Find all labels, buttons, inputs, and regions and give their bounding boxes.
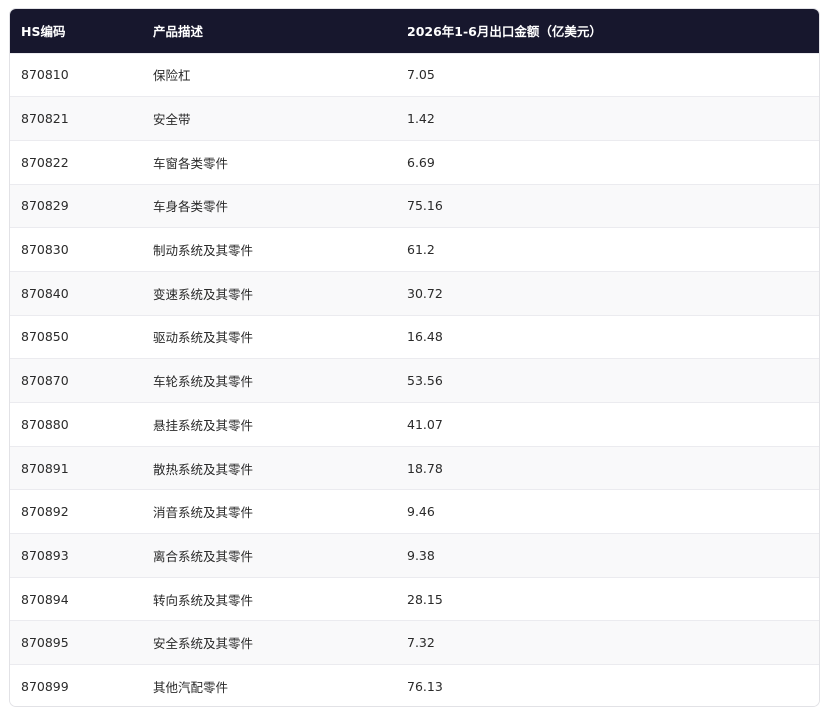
cell-product-description: 安全带	[153, 112, 191, 128]
cell-hs-code: 870880	[21, 416, 69, 432]
table-row: 870850 驱动系统及其零件 16.48	[10, 315, 819, 359]
cell-export-amount: 41.07	[407, 416, 443, 432]
table-row: 870810 保险杠 7.05	[10, 53, 819, 97]
cell-hs-code: 870899	[21, 679, 69, 695]
cell-product-description: 车身各类零件	[153, 199, 229, 215]
cell-export-amount: 9.38	[407, 547, 435, 563]
cell-export-amount: 9.46	[407, 504, 435, 520]
cell-export-amount: 28.15	[407, 591, 443, 607]
cell-hs-code: 870830	[21, 242, 69, 258]
cell-product-description: 散热系统及其零件	[153, 461, 254, 477]
cell-export-amount: 7.32	[407, 635, 435, 651]
table-row: 870895 安全系统及其零件 7.32	[10, 620, 819, 665]
cell-product-description: 转向系统及其零件	[153, 592, 254, 608]
header-row: HS编码 产品描述 2026年1-6月出口金额（亿美元）	[10, 9, 819, 53]
data-table-container: HS编码 产品描述 2026年1-6月出口金额（亿美元） 870810 保险杠 7.…	[9, 8, 820, 707]
cell-product-description: 驱动系统及其零件	[153, 330, 254, 346]
cell-export-amount: 7.05	[407, 67, 435, 83]
table-row: 870893 离合系统及其零件 9.38	[10, 533, 819, 578]
cell-export-amount: 6.69	[407, 154, 435, 170]
cell-hs-code: 870893	[21, 547, 69, 563]
cell-product-description: 消音系统及其零件	[153, 505, 254, 521]
cell-export-amount: 76.13	[407, 679, 443, 695]
cell-product-description: 车轮系统及其零件	[153, 374, 254, 390]
cell-product-description: 制动系统及其零件	[153, 243, 254, 259]
cell-hs-code: 870895	[21, 635, 69, 651]
table-row: 870892 消音系统及其零件 9.46	[10, 489, 819, 534]
table-row: 870870 车轮系统及其零件 53.56	[10, 358, 819, 403]
cell-hs-code: 870822	[21, 154, 69, 170]
cell-export-amount: 53.56	[407, 373, 443, 389]
table-row: 870830 制动系统及其零件 61.2	[10, 227, 819, 272]
cell-hs-code: 870821	[21, 111, 69, 127]
cell-product-description: 车窗各类零件	[153, 155, 229, 171]
cell-product-description: 离合系统及其零件	[153, 548, 254, 564]
cell-product-description: 其他汽配零件	[153, 680, 229, 696]
header-product-description: 产品描述	[153, 24, 204, 40]
table-row: 870829 车身各类零件 75.16	[10, 184, 819, 228]
table-row: 870880 悬挂系统及其零件 41.07	[10, 402, 819, 447]
cell-product-description: 变速系统及其零件	[153, 286, 254, 302]
cell-export-amount: 1.42	[407, 111, 435, 127]
cell-hs-code: 870891	[21, 460, 69, 476]
table-row: 870822 车窗各类零件 6.69	[10, 140, 819, 185]
cell-hs-code: 870840	[21, 285, 69, 301]
header-export-amount: 2026年1-6月出口金额（亿美元）	[407, 24, 602, 40]
table-row: 870821 安全带 1.42	[10, 96, 819, 141]
table-header: HS编码 产品描述 2026年1-6月出口金额（亿美元）	[10, 9, 819, 53]
cell-hs-code: 870894	[21, 591, 69, 607]
cell-hs-code: 870870	[21, 373, 69, 389]
cell-product-description: 安全系统及其零件	[153, 636, 254, 652]
cell-export-amount: 75.16	[407, 198, 443, 214]
header-hs-code: HS编码	[21, 24, 66, 40]
table-row: 870899 其他汽配零件 76.13	[10, 664, 819, 706]
table-row: 870891 散热系统及其零件 18.78	[10, 446, 819, 490]
cell-hs-code: 870810	[21, 67, 69, 83]
cell-product-description: 保险杠	[153, 68, 191, 84]
cell-export-amount: 30.72	[407, 285, 443, 301]
table-row: 870840 变速系统及其零件 30.72	[10, 271, 819, 316]
table-row: 870894 转向系统及其零件 28.15	[10, 577, 819, 621]
table-body: 870810 保险杠 7.05 870821 安全带 1.42 870822 车窗各类零件 6.…	[10, 53, 819, 706]
export-table: HS编码 产品描述 2026年1-6月出口金额（亿美元） 870810 保险杠 7.…	[10, 9, 819, 706]
cell-export-amount: 16.48	[407, 329, 443, 345]
cell-hs-code: 870829	[21, 198, 69, 214]
cell-hs-code: 870892	[21, 504, 69, 520]
cell-product-description: 悬挂系统及其零件	[153, 417, 254, 433]
cell-hs-code: 870850	[21, 329, 69, 345]
cell-export-amount: 61.2	[407, 242, 435, 258]
cell-export-amount: 18.78	[407, 460, 443, 476]
